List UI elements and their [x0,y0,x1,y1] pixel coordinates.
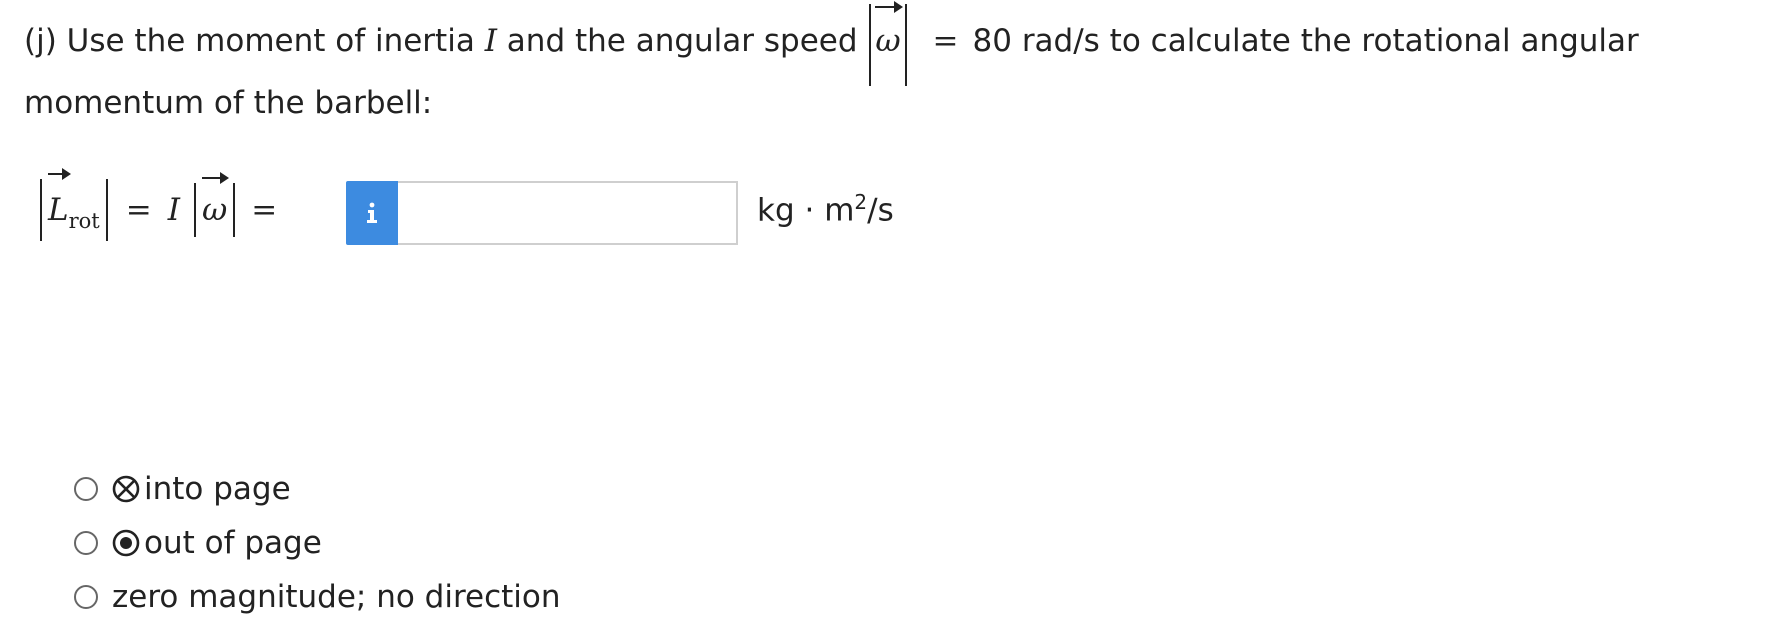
radio-into-page[interactable] [74,477,98,501]
into-page-icon [112,475,140,503]
option-label: out of page [144,525,322,561]
radio-zero-magnitude[interactable] [74,585,98,609]
direction-options: into page out of page zero magnitude; no… [74,462,561,624]
option-label: into page [144,471,291,507]
radio-out-of-page[interactable] [74,531,98,555]
L-subscript: rot [68,209,100,233]
inertia-symbol: I [484,23,497,59]
omega-magnitude: ω [869,1,907,86]
L-symbol: L [48,168,71,243]
option-into-page[interactable]: into page [74,462,561,516]
unit-exponent: 2 [854,190,868,214]
question-prompt: (j) Use the moment of inertia I and the … [24,1,1754,134]
answer-input[interactable] [398,181,738,245]
out-of-page-icon [112,529,140,557]
question-intro: (j) Use the moment of inertia [24,23,475,59]
info-button[interactable] [346,181,398,245]
info-icon [367,202,377,223]
unit-suffix: /s [867,192,894,229]
option-zero-magnitude[interactable]: zero magnitude; no direction [74,570,561,624]
equals-sign-1: = [125,192,152,228]
omega-symbol: ω [875,1,903,72]
answer-unit: kg · m2/s [757,190,894,228]
option-out-of-page[interactable]: out of page [74,516,561,570]
I-symbol: I [167,192,180,228]
option-label: zero magnitude; no direction [112,579,561,615]
omega-magnitude-eq: ω [193,172,236,239]
omega-symbol-eq: ω [201,172,230,239]
equals-sign-2: = [251,192,278,228]
angular-momentum-equation: Lrot = I ω = [40,168,278,248]
equals-sign: = [932,23,959,59]
L-magnitude: Lrot [40,168,108,243]
question-middle: and the angular speed [506,23,858,59]
unit-prefix: kg · m [757,192,855,229]
